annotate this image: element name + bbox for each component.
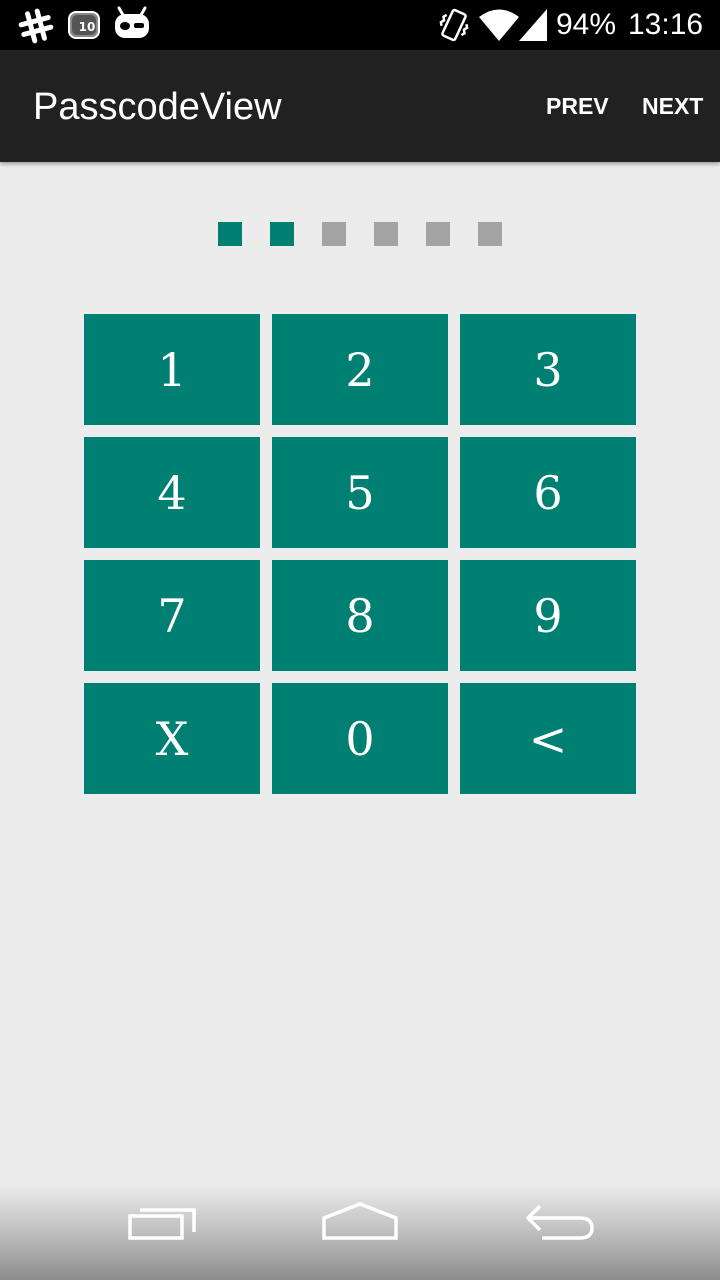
- key-1[interactable]: 1: [84, 314, 260, 425]
- cyanogen-mascot-icon: [115, 6, 149, 38]
- home-icon[interactable]: [318, 1200, 402, 1246]
- battery-percentage: 94%: [556, 8, 617, 41]
- passcode-dot: [270, 222, 294, 246]
- passcode-dot: [478, 222, 502, 246]
- passcode-dot: [218, 222, 242, 246]
- recent-apps-icon[interactable]: [124, 1202, 200, 1246]
- vibrate-icon: [439, 8, 469, 42]
- status-time: 13:16: [628, 8, 704, 41]
- clear-key[interactable]: X: [84, 683, 260, 794]
- action-bar: PasscodeView PREV NEXT: [0, 50, 720, 162]
- key-8[interactable]: 8: [272, 560, 448, 671]
- key-6[interactable]: 6: [460, 437, 636, 548]
- cell-signal-icon: [519, 9, 547, 41]
- backspace-key[interactable]: <: [460, 683, 636, 794]
- key-2[interactable]: 2: [272, 314, 448, 425]
- key-0[interactable]: 0: [272, 683, 448, 794]
- passcode-dot: [426, 222, 450, 246]
- key-5[interactable]: 5: [272, 437, 448, 548]
- passcode-indicator: [218, 222, 508, 246]
- back-icon[interactable]: [522, 1200, 600, 1246]
- prev-button[interactable]: PREV: [546, 92, 609, 120]
- wifi-icon: [479, 9, 519, 41]
- notification-count: 10: [78, 20, 96, 34]
- key-3[interactable]: 3: [460, 314, 636, 425]
- key-7[interactable]: 7: [84, 560, 260, 671]
- navigation-bar: [0, 1184, 720, 1280]
- status-bar: 10 94% 13:16: [0, 0, 720, 50]
- hashtag-icon: [18, 8, 54, 44]
- keypad: 1 2 3 4 5 6 7 8 9 X 0 <: [84, 314, 636, 794]
- passcode-dot: [374, 222, 398, 246]
- notification-counter-icon: 10: [68, 9, 106, 41]
- passcode-dot: [322, 222, 346, 246]
- key-9[interactable]: 9: [460, 560, 636, 671]
- key-4[interactable]: 4: [84, 437, 260, 548]
- app-title: PasscodeView: [33, 86, 282, 128]
- next-button[interactable]: NEXT: [642, 92, 703, 120]
